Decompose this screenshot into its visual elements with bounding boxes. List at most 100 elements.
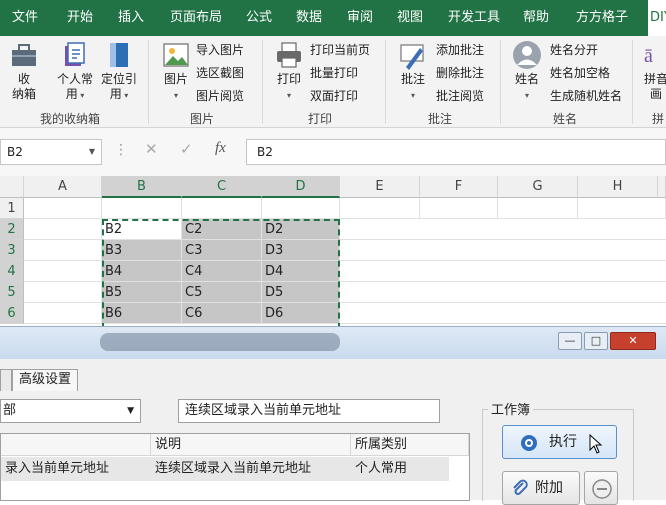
tab-data[interactable]: 数据	[296, 0, 322, 36]
list-row-category[interactable]: 个人常用	[351, 457, 449, 481]
dialog-titlebar[interactable]: — □ ✕	[0, 327, 666, 359]
cell[interactable]	[340, 261, 666, 282]
cell-b2-active[interactable]: B2	[102, 219, 182, 240]
column-header-i[interactable]	[658, 176, 666, 198]
column-header-b[interactable]: B	[102, 176, 182, 198]
cell[interactable]	[24, 282, 102, 303]
cell-d4[interactable]: D4	[262, 261, 340, 282]
cell[interactable]	[182, 198, 262, 219]
cell[interactable]	[340, 198, 420, 219]
tab-view[interactable]: 视图	[397, 0, 423, 36]
column-header-d[interactable]: D	[262, 176, 340, 198]
region-screenshot-button[interactable]: 选区截图	[196, 63, 244, 83]
tab-insert[interactable]: 插入	[118, 0, 144, 36]
add-comment-button[interactable]: 添加批注	[436, 40, 484, 60]
comment-browse-button[interactable]: 批注阅览	[436, 86, 484, 106]
drag-handle-icon[interactable]: ⋮	[114, 142, 128, 158]
insert-function-icon[interactable]: fx	[215, 140, 226, 157]
column-header-a[interactable]: A	[24, 176, 102, 198]
name-add-space-button[interactable]: 姓名加空格	[550, 63, 610, 83]
cell-d3[interactable]: D3	[262, 240, 340, 261]
cell[interactable]	[102, 198, 182, 219]
description-input[interactable]: 连续区域录入当前单元地址	[178, 399, 440, 423]
row-header-4[interactable]: 4	[0, 261, 24, 282]
check-icon[interactable]: ✓	[180, 140, 193, 158]
tab-fangfang[interactable]: 方方格子	[576, 0, 628, 36]
select-all-corner[interactable]	[0, 176, 24, 198]
minimize-button[interactable]: —	[558, 332, 582, 350]
name-box[interactable]: B2 ▼	[0, 139, 102, 165]
personal-common-button[interactable]: 个人常 用 ▾	[54, 40, 96, 103]
cell[interactable]	[24, 219, 102, 240]
tab-file[interactable]: 文件	[12, 0, 38, 36]
tab-advanced-settings[interactable]: 高级设置	[12, 369, 79, 391]
storage-box-button[interactable]: 收 纳箱	[6, 40, 42, 102]
random-name-button[interactable]: 生成随机姓名	[550, 86, 622, 106]
cell[interactable]	[498, 198, 578, 219]
formula-input[interactable]: B2	[246, 139, 666, 165]
tab-page-layout[interactable]: 页面布局	[170, 0, 222, 36]
comment-button[interactable]: 批注 ▾	[396, 40, 430, 103]
cell[interactable]	[24, 261, 102, 282]
batch-print-button[interactable]: 批量打印	[310, 63, 358, 83]
cell-b3[interactable]: B3	[102, 240, 182, 261]
run-button[interactable]: 执行	[502, 425, 617, 459]
cell[interactable]	[340, 240, 666, 261]
cell[interactable]	[340, 303, 666, 324]
column-header-g[interactable]: G	[498, 176, 578, 198]
cell-c3[interactable]: C3	[182, 240, 262, 261]
maximize-button[interactable]: □	[584, 332, 608, 350]
locate-ref-button[interactable]: 定位引 用 ▾	[98, 40, 140, 103]
column-header-h[interactable]: H	[578, 176, 658, 198]
delete-comment-button[interactable]: 删除批注	[436, 63, 484, 83]
duplex-print-button[interactable]: 双面打印	[310, 86, 358, 106]
cell-c4[interactable]: C4	[182, 261, 262, 282]
cell-c6[interactable]: C6	[182, 303, 262, 324]
cell[interactable]	[340, 219, 666, 240]
row-header-2[interactable]: 2	[0, 219, 24, 240]
cell[interactable]	[262, 198, 340, 219]
cell[interactable]	[578, 198, 666, 219]
cell-c2[interactable]: C2	[182, 219, 262, 240]
tab-help[interactable]: 帮助	[523, 0, 549, 36]
pinyin-button[interactable]: ā 拼音 画	[642, 40, 666, 102]
column-header-e[interactable]: E	[340, 176, 420, 198]
cell[interactable]	[420, 198, 498, 219]
print-button[interactable]: 打印 ▾	[272, 40, 306, 103]
list-row-name[interactable]: 录入当前单元地址	[1, 457, 151, 481]
chevron-down-icon[interactable]: ▼	[89, 140, 95, 164]
row-header-1[interactable]: 1	[0, 198, 24, 219]
picture-browse-button[interactable]: 图片阅览	[196, 86, 244, 106]
column-header-f[interactable]: F	[420, 176, 498, 198]
cell-b5[interactable]: B5	[102, 282, 182, 303]
chevron-down-icon[interactable]: ▼	[127, 400, 134, 422]
cell[interactable]	[340, 282, 666, 303]
cell-b4[interactable]: B4	[102, 261, 182, 282]
name-button[interactable]: 姓名 ▾	[510, 40, 544, 103]
tab-developer[interactable]: 开发工具	[448, 0, 500, 36]
print-current-page-button[interactable]: 打印当前页	[310, 40, 370, 60]
tab-formulas[interactable]: 公式	[246, 0, 272, 36]
column-header-c[interactable]: C	[182, 176, 262, 198]
cell-d5[interactable]: D5	[262, 282, 340, 303]
list-header-description[interactable]: 说明	[151, 434, 351, 456]
list-header-category[interactable]: 所属类别	[351, 434, 469, 456]
list-row-description[interactable]: 连续区域录入当前单元地址	[151, 457, 351, 481]
tab-previous[interactable]	[0, 369, 12, 391]
import-picture-button[interactable]: 导入图片	[196, 40, 244, 60]
cell[interactable]	[24, 198, 102, 219]
cell-b6[interactable]: B6	[102, 303, 182, 324]
row-header-3[interactable]: 3	[0, 240, 24, 261]
cell-d6[interactable]: D6	[262, 303, 340, 324]
cell[interactable]	[24, 303, 102, 324]
cancel-icon[interactable]: ✕	[145, 140, 158, 158]
tab-review[interactable]: 审阅	[347, 0, 373, 36]
cell-d2[interactable]: D2	[262, 219, 340, 240]
cell-c5[interactable]: C5	[182, 282, 262, 303]
row-header-5[interactable]: 5	[0, 282, 24, 303]
category-combo[interactable]: 部 ▼	[0, 399, 141, 423]
split-name-button[interactable]: 姓名分开	[550, 40, 598, 60]
tab-diy[interactable]: DIY	[648, 0, 666, 36]
close-button[interactable]: ✕	[610, 332, 656, 350]
picture-button[interactable]: 图片 ▾	[158, 40, 194, 103]
